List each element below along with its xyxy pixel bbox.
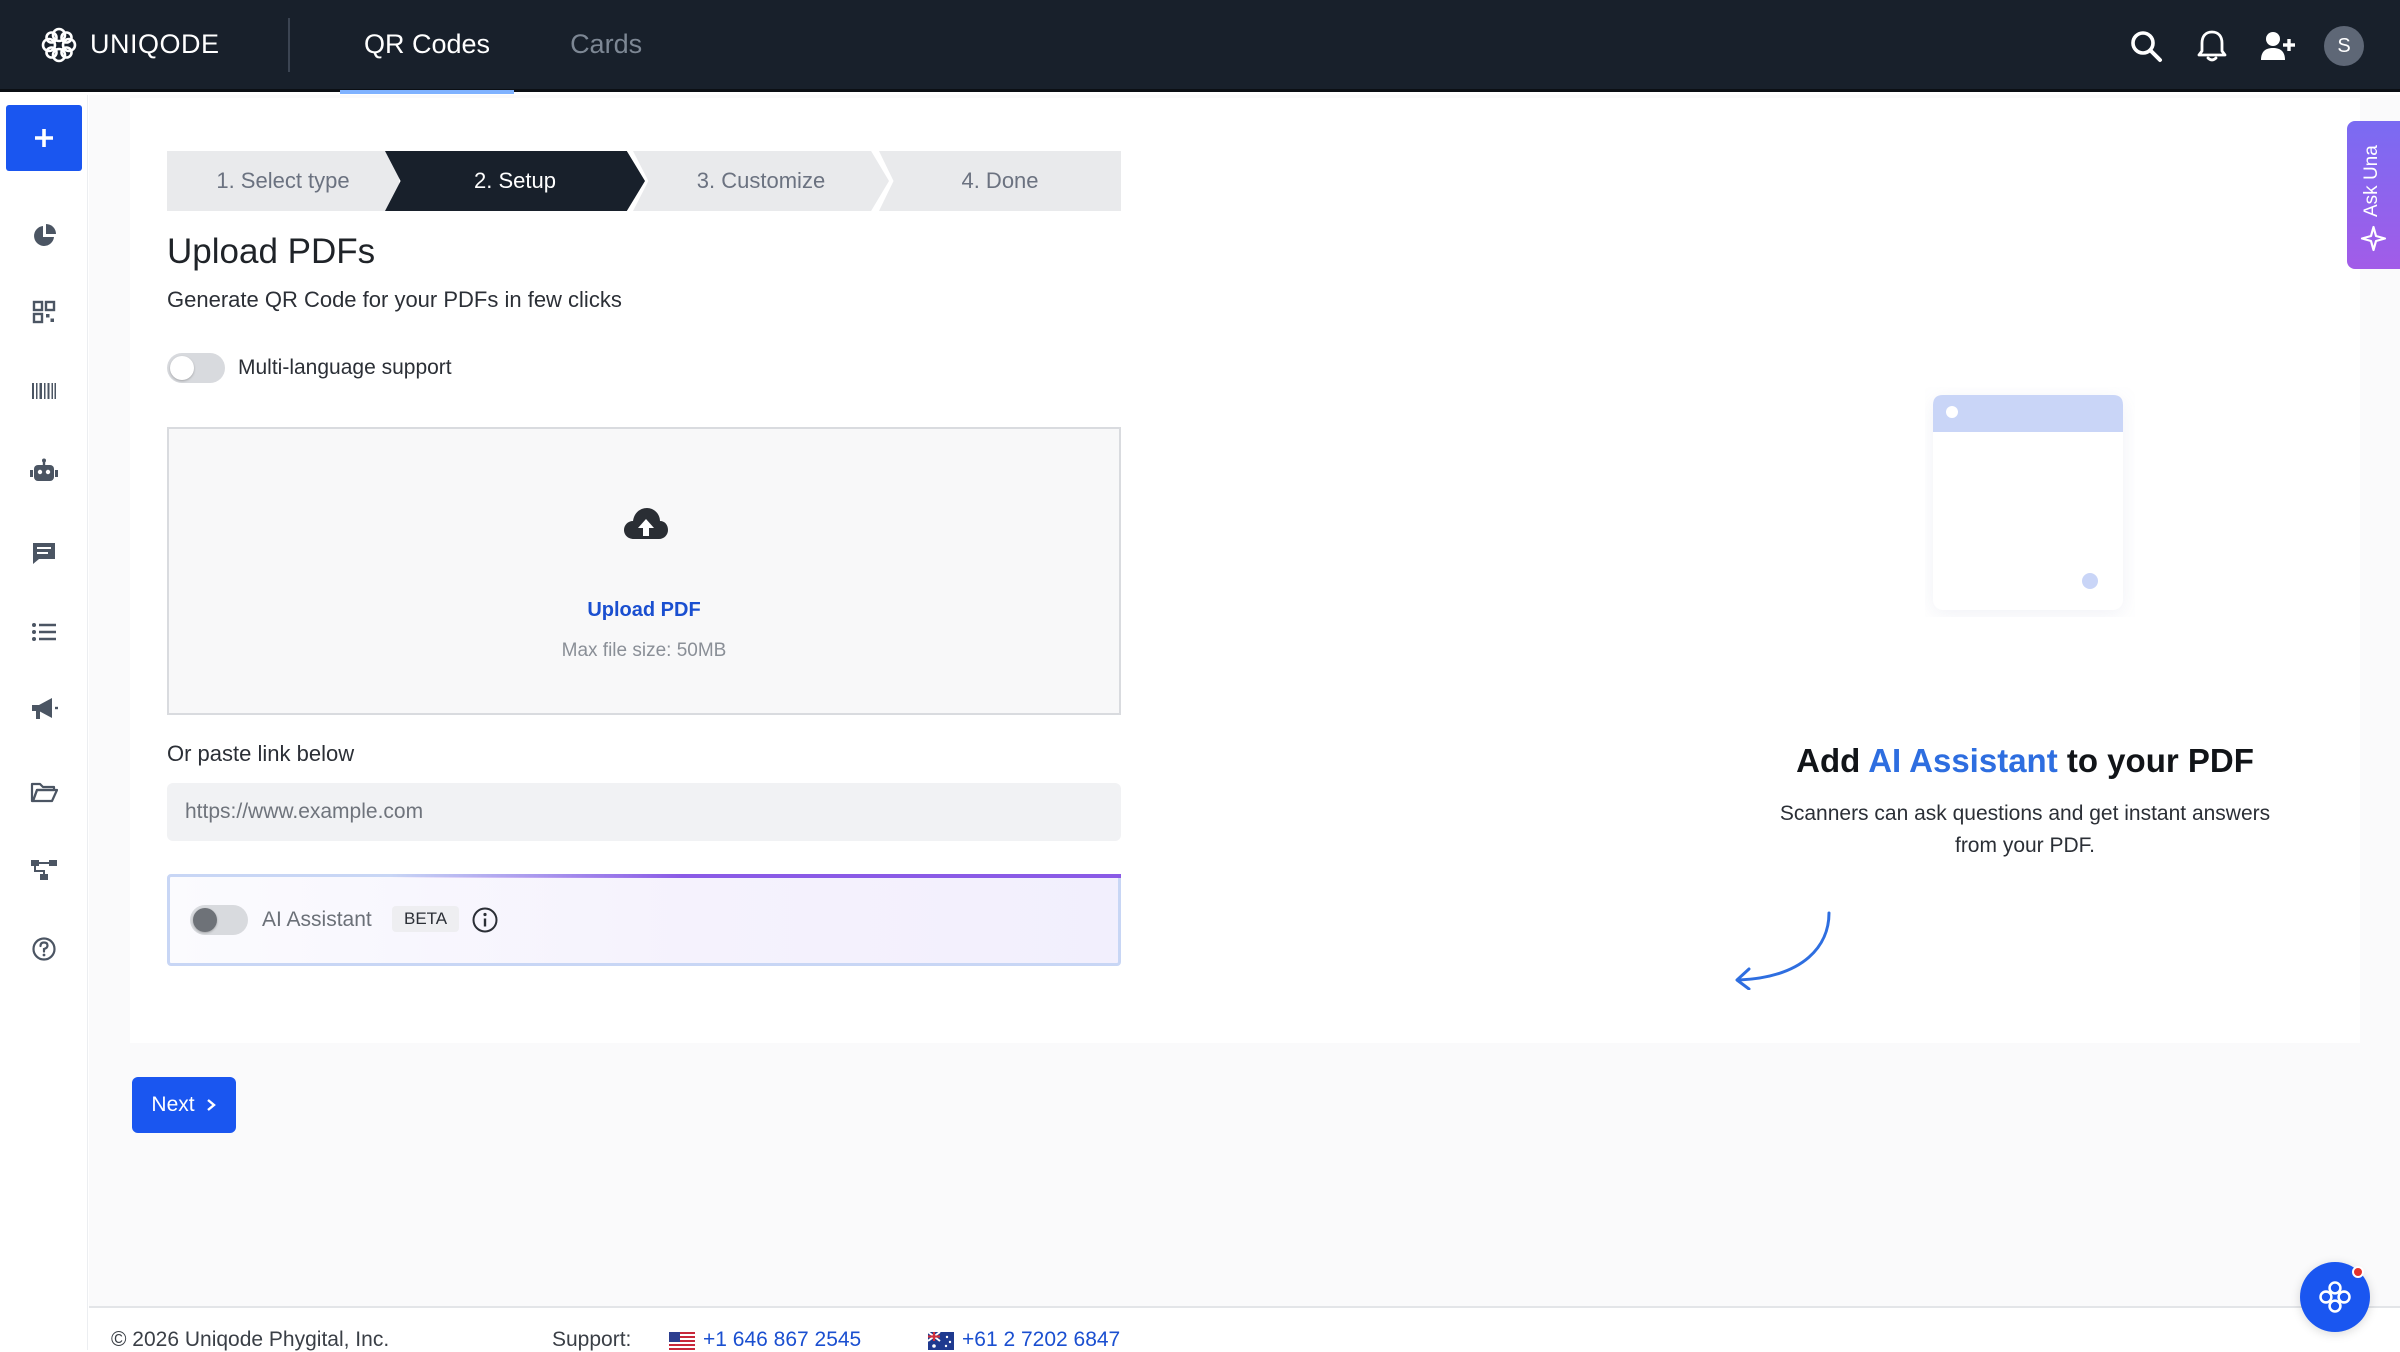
sparkle-icon	[2360, 225, 2387, 252]
create-button[interactable]	[6, 105, 82, 171]
next-button-label: Next	[151, 1093, 195, 1116]
list-icon[interactable]	[24, 612, 64, 652]
brand-divider	[288, 17, 290, 72]
upload-size-hint: Max file size: 50MB	[561, 640, 727, 661]
barcode-icon[interactable]	[24, 371, 64, 411]
brand[interactable]: UNIQODE	[38, 24, 284, 66]
support-label: Support:	[552, 1328, 632, 1351]
sidebar	[0, 95, 88, 1350]
support-phone-au[interactable]: +61 2 7202 6847	[962, 1328, 1120, 1352]
info-icon[interactable]	[470, 905, 500, 935]
nav-tabs: QR Codes Cards	[340, 0, 698, 94]
notification-dot	[2352, 1266, 2364, 1278]
promo-title-highlight: AI Assistant	[1868, 742, 2058, 779]
ai-assistant-label: AI Assistant	[262, 908, 372, 931]
pdf-preview-illustration	[1933, 395, 2123, 610]
folder-icon[interactable]	[24, 772, 64, 812]
copyright-text: © 2026 Uniqode Phygital, Inc.	[111, 1328, 390, 1351]
avatar[interactable]: S	[2324, 26, 2364, 66]
page-title: Upload PDFs	[167, 232, 376, 271]
help-icon[interactable]	[24, 929, 64, 969]
tab-cards[interactable]: Cards	[546, 0, 666, 91]
pdf-url-input[interactable]	[167, 783, 1121, 841]
step-done[interactable]: 4. Done	[879, 151, 1121, 211]
multi-language-toggle[interactable]	[167, 353, 225, 383]
stepper: 1. Select type 3. Customize 4. Done 2. S…	[167, 151, 1121, 211]
upload-dropzone[interactable]: Upload PDF Max file size: 50MB	[167, 427, 1121, 715]
megaphone-icon[interactable]	[24, 689, 64, 729]
au-flag-icon	[928, 1332, 954, 1350]
curved-arrow-icon	[1735, 911, 1831, 990]
search-icon[interactable]	[2126, 26, 2166, 66]
promo-title-suffix: to your PDF	[2057, 742, 2254, 779]
ask-una-tab[interactable]: Ask Una	[2347, 121, 2400, 269]
footer: © 2026 Uniqode Phygital, Inc. Support: +…	[89, 1306, 2400, 1352]
bot-icon[interactable]	[24, 451, 64, 491]
top-actions: S	[2126, 0, 2364, 92]
us-flag-icon	[669, 1332, 695, 1350]
plus-icon	[35, 129, 53, 147]
chat-logo-icon	[2319, 1281, 2351, 1313]
step-select-type[interactable]: 1. Select type	[167, 151, 399, 211]
next-button[interactable]: Next	[132, 1077, 236, 1133]
top-bar: UNIQODE QR Codes Cards S	[0, 0, 2400, 94]
support-phone-us[interactable]: +1 646 867 2545	[703, 1328, 861, 1352]
qr-code-icon[interactable]	[24, 292, 64, 332]
promo-description: Scanners can ask questions and get insta…	[1779, 802, 2271, 857]
upload-pdf-link[interactable]: Upload PDF	[169, 599, 1119, 622]
ask-una-label: Ask Una	[2361, 145, 2382, 217]
uniqode-logo-icon	[41, 27, 77, 62]
analytics-icon[interactable]	[24, 216, 64, 256]
add-user-icon[interactable]	[2258, 26, 2298, 66]
step-setup[interactable]: 2. Setup	[385, 151, 645, 211]
promo-title: Add AI Assistant to your PDF	[1600, 742, 2400, 780]
brand-name: UNIQODE	[90, 29, 220, 59]
paste-link-label: Or paste link below	[167, 741, 355, 766]
multi-language-label: Multi-language support	[238, 356, 452, 379]
page-subtitle: Generate QR Code for your PDFs in few cl…	[167, 287, 622, 312]
step-customize[interactable]: 3. Customize	[633, 151, 889, 211]
bell-icon[interactable]	[2192, 26, 2232, 66]
tab-qr-codes[interactable]: QR Codes	[340, 0, 515, 94]
ai-assistant-panel: AI Assistant BETA	[167, 874, 1121, 966]
cloud-upload-icon	[624, 508, 668, 539]
chevron-right-icon	[206, 1099, 216, 1111]
beta-badge: BETA	[392, 906, 460, 932]
promo-title-prefix: Add	[1796, 742, 1869, 779]
ai-assistant-toggle[interactable]	[190, 905, 248, 935]
workflow-icon[interactable]	[24, 850, 64, 890]
message-icon[interactable]	[24, 533, 64, 573]
chat-launcher-button[interactable]	[2300, 1262, 2370, 1332]
